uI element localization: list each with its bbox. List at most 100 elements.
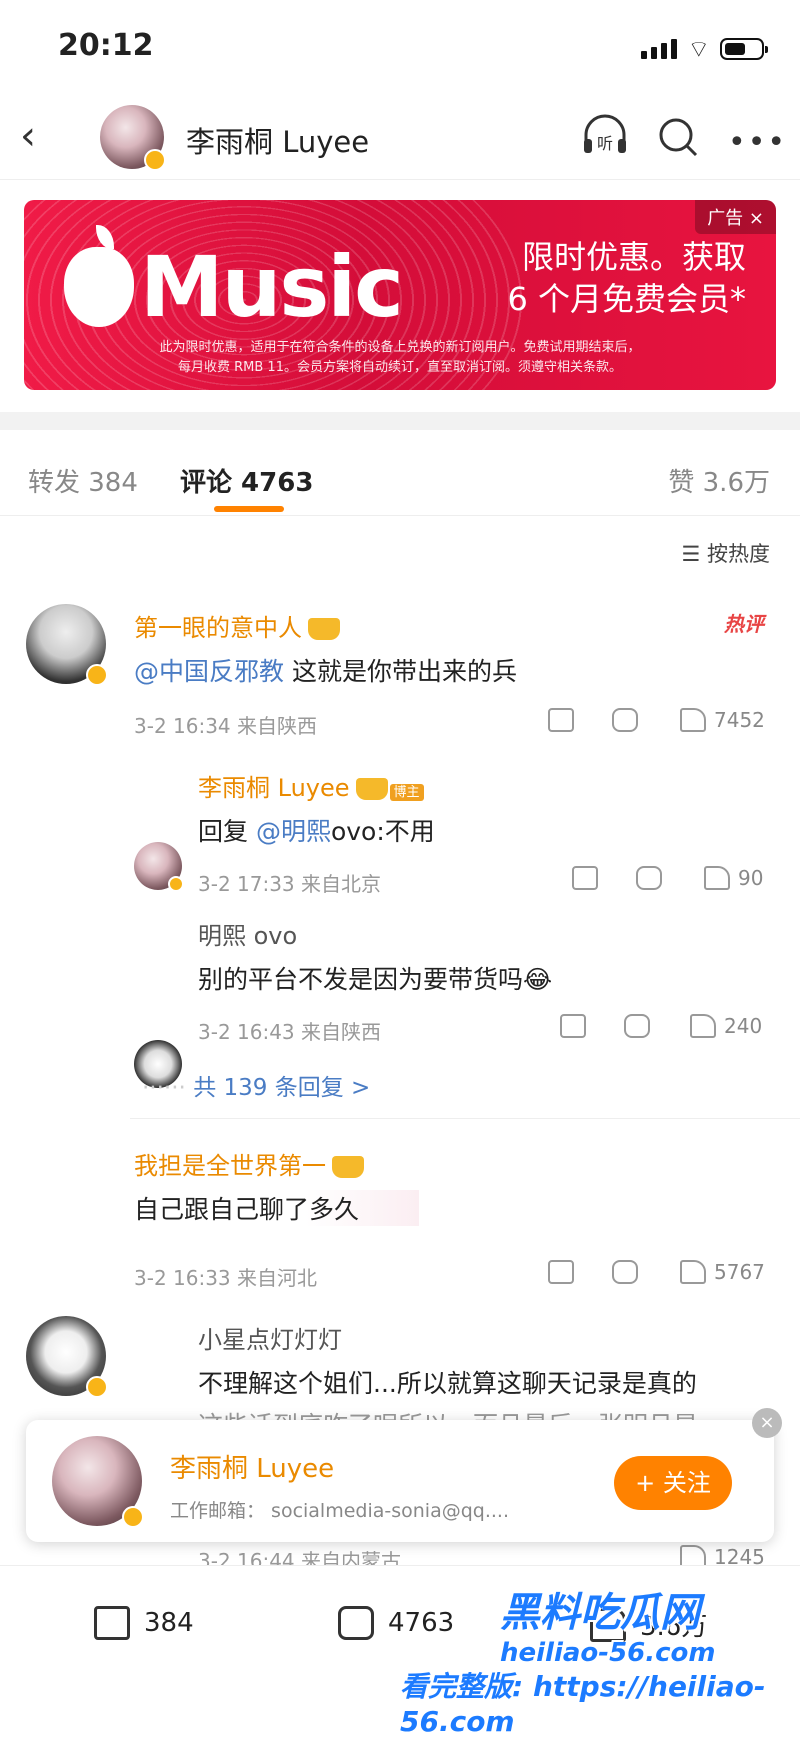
thumbs-up-icon xyxy=(704,866,730,890)
like-button[interactable]: 240 xyxy=(690,1014,762,1038)
ad-banner[interactable]: 广告 × Music 限时优惠。获取 6 个月免费会员* 此为限时优惠，适用于在… xyxy=(24,200,776,390)
share-icon xyxy=(572,866,598,890)
ad-fineprint-line2: 每月收费 RMB 11。会员方案将自动续订，直至取消订阅。须遵守相关条款。 xyxy=(178,360,622,375)
more-replies-link[interactable]: ······ 共 139 条回复 > xyxy=(142,1068,370,1102)
ad-headline: 限时优惠。获取 6 个月免费会员* xyxy=(507,236,746,320)
back-arrow-icon[interactable]: ‹ xyxy=(20,113,36,159)
verified-badge-icon xyxy=(144,149,166,171)
blogger-tag: 博主 xyxy=(389,784,424,801)
comment-icon xyxy=(624,1014,650,1038)
reply-username[interactable]: 小星点灯灯灯 xyxy=(198,1320,342,1355)
reply-text: 回复 @明熙ovo:不用 xyxy=(198,812,435,848)
like-count: 90 xyxy=(738,866,764,890)
tab-comment[interactable]: 评论 4763 xyxy=(180,462,313,499)
reply-button[interactable] xyxy=(612,708,638,732)
like-button[interactable]: 90 xyxy=(704,866,763,890)
more-options-icon[interactable]: ••• xyxy=(728,125,787,160)
comment-button[interactable]: 4763 xyxy=(338,1606,454,1640)
reply-body: ovo:不用 xyxy=(330,817,435,846)
reply-button[interactable] xyxy=(624,1014,650,1038)
follow-card-name: 李雨桐 Luyee xyxy=(170,1454,335,1484)
comment-username[interactable]: 第一眼的意中人 xyxy=(134,608,340,643)
avatar[interactable] xyxy=(26,604,108,686)
avatar[interactable] xyxy=(26,1316,108,1398)
ad-logo-text: Music xyxy=(140,238,404,336)
watermark-domain: heiliao-56.com xyxy=(500,1638,716,1668)
share-icon xyxy=(548,1260,574,1284)
watermark-url: 看完整版: https://heiliao-56.com xyxy=(400,1670,766,1738)
headphones-icon[interactable]: 听 xyxy=(580,113,630,159)
reply-text: 别的平台不发是因为要带货吗😂 xyxy=(198,965,553,994)
tab-active-indicator xyxy=(214,506,284,512)
ad-fineprint: 此为限时优惠，适用于在符合条件的设备上兑换的新订阅用户。免费试用期结束后， 每月… xyxy=(24,338,776,378)
mention-link[interactable]: @中国反邪教 xyxy=(134,657,284,686)
follow-card[interactable]: × 李雨桐 Luyee 工作邮箱： socialmedia-sonia@qq..… xyxy=(26,1408,782,1542)
thumbs-up-icon xyxy=(680,1260,706,1284)
sort-icon: ☰ xyxy=(681,542,707,566)
avatar[interactable] xyxy=(52,1436,144,1528)
mention-link[interactable]: @明熙 xyxy=(256,817,331,846)
comment-meta: 3-2 16:33 来自河北 xyxy=(134,1266,318,1290)
avatar[interactable] xyxy=(100,105,166,171)
section-separator xyxy=(0,412,800,430)
like-button[interactable]: 7452 xyxy=(680,708,765,732)
status-time: 20:12 xyxy=(58,28,154,63)
comment-icon xyxy=(612,1260,638,1284)
share-button[interactable] xyxy=(548,708,574,732)
reply-username-text: 李雨桐 Luyee xyxy=(198,774,350,802)
search-icon[interactable] xyxy=(656,113,700,159)
comment-username-text: 我担是全世界第一 xyxy=(134,1152,326,1180)
reply-prefix: 回复 xyxy=(198,817,256,846)
comment-meta: 3-2 16:34 来自陕西 xyxy=(134,714,318,738)
like-count: 7452 xyxy=(714,708,765,732)
reply-username[interactable]: 李雨桐 Luyee 博主 xyxy=(198,768,424,803)
page-title[interactable]: 李雨桐 Luyee xyxy=(186,119,369,161)
share-button[interactable] xyxy=(572,866,598,890)
thumbs-up-icon xyxy=(680,708,706,732)
repost-button[interactable]: 384 xyxy=(94,1606,194,1640)
reply-username[interactable]: 明熙 ovo xyxy=(198,916,297,951)
watermark: 黑料吃瓜网 heiliao-56.com xyxy=(500,1580,716,1668)
close-icon[interactable]: × xyxy=(752,1408,782,1438)
like-button[interactable]: 5767 xyxy=(680,1260,765,1284)
reply-meta: 3-2 16:43 来自陕西 xyxy=(198,1020,382,1044)
reply-meta: 3-2 17:33 来自北京 xyxy=(198,872,382,896)
avatar[interactable] xyxy=(134,842,184,892)
listen-label: 听 xyxy=(597,134,613,153)
sort-button[interactable]: ☰ 按热度 xyxy=(681,538,770,568)
verified-badge-icon xyxy=(86,664,108,686)
hot-comment-badge: 热评 xyxy=(724,612,764,636)
comment-username-text: 第一眼的意中人 xyxy=(134,614,302,642)
comment-icon xyxy=(612,708,638,732)
share-button[interactable] xyxy=(560,1014,586,1038)
comment-body: 这就是你带出来的兵 xyxy=(284,657,517,686)
reply-text: 不理解这个姐们...所以就算这聊天记录是真的 xyxy=(198,1369,697,1398)
ad-fineprint-line1: 此为限时优惠，适用于在符合条件的设备上兑换的新订阅用户。免费试用期结束后， xyxy=(159,340,641,355)
tab-like[interactable]: 赞 3.6万 xyxy=(668,462,770,499)
crown-icon xyxy=(332,1156,364,1178)
tab-repost[interactable]: 转发 384 xyxy=(28,462,138,499)
comment-count: 4763 xyxy=(388,1608,455,1638)
ad-close-tag[interactable]: 广告 × xyxy=(695,200,776,234)
share-button[interactable] xyxy=(548,1260,574,1284)
status-icons: ⌔ xyxy=(641,34,768,64)
crown-icon xyxy=(308,618,340,640)
dotted-line: ······ xyxy=(142,1075,194,1101)
comment-icon xyxy=(338,1606,374,1640)
divider xyxy=(130,1118,800,1119)
comment-text: 自己跟自己聊了多久 xyxy=(134,1190,420,1226)
share-icon xyxy=(560,1014,586,1038)
ad-headline-line1: 限时优惠。获取 xyxy=(521,238,746,276)
follow-button[interactable]: + 关注 xyxy=(614,1456,732,1510)
apple-logo-icon xyxy=(64,225,134,327)
comment-icon xyxy=(636,866,662,890)
verified-badge-icon xyxy=(122,1506,144,1528)
tab-bar: 转发 384 评论 4763 赞 3.6万 xyxy=(0,430,800,516)
comment-username[interactable]: 我担是全世界第一 xyxy=(134,1146,364,1181)
wifi-icon: ⌔ xyxy=(687,35,710,63)
reply-button[interactable] xyxy=(636,866,662,890)
battery-icon xyxy=(720,38,768,60)
ad-logo: Music xyxy=(64,225,404,336)
sort-label: 按热度 xyxy=(707,542,770,566)
reply-button[interactable] xyxy=(612,1260,638,1284)
